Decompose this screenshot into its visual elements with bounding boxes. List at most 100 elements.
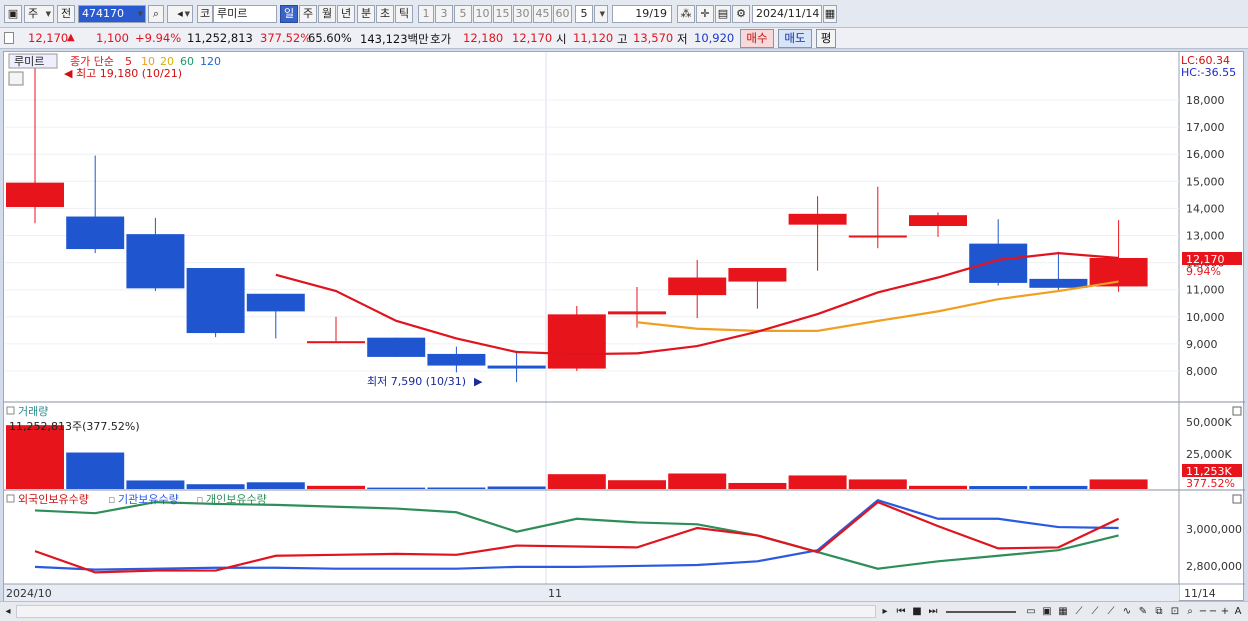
price-y-ticks: 18,00017,00016,00015,00014,00013,00012,0… xyxy=(1186,94,1225,378)
pencil-tool-icon[interactable]: ✎ xyxy=(1136,604,1150,619)
search-icon[interactable]: ⌕ xyxy=(148,5,164,23)
x-label-end: 11/14 xyxy=(1184,587,1216,600)
interval-dropdown-icon[interactable] xyxy=(594,5,608,23)
eval-button[interactable]: 평 xyxy=(816,29,836,48)
zoom-in-icon[interactable]: + xyxy=(1220,604,1230,619)
period-select-label: 주 xyxy=(28,7,39,20)
holding-tick-2800000: 2,800,000 xyxy=(1186,560,1242,573)
candle-body xyxy=(186,268,245,334)
candle-body xyxy=(608,311,666,315)
low-arrow-icon: ▶ xyxy=(474,375,483,388)
quote-toggle-icon[interactable] xyxy=(4,32,14,44)
gear-icon[interactable]: ⚙ xyxy=(732,5,750,23)
stock-code-input[interactable]: 474170 xyxy=(78,5,146,23)
copy-tool-icon[interactable]: ⧉ xyxy=(1152,604,1166,619)
wave-tool-icon[interactable]: ∿ xyxy=(1120,604,1134,619)
link-icon[interactable]: ⁂ xyxy=(677,5,695,23)
market-button[interactable]: 코 xyxy=(197,5,213,23)
x-axis-bar xyxy=(4,584,1179,602)
volume-bar xyxy=(307,485,365,489)
ask-label: 호가 xyxy=(430,32,452,46)
buy-button[interactable]: 매수 xyxy=(740,29,774,48)
interval-10[interactable]: 10 xyxy=(473,5,492,23)
zoom-slider[interactable] xyxy=(946,611,1016,613)
current-pct-tag: 9.94% xyxy=(1186,265,1221,278)
period-select[interactable]: 주 xyxy=(24,5,54,23)
candle-body xyxy=(848,235,907,238)
speaker-icon[interactable]: ◂ xyxy=(167,5,193,23)
interval-15[interactable]: 15 xyxy=(493,5,512,23)
layout-icon-3[interactable]: ▦ xyxy=(1056,604,1070,619)
interval-1[interactable]: 1 xyxy=(418,5,434,23)
trend-tool-icon-2[interactable]: ⟋ xyxy=(1088,604,1102,619)
scroll-left-icon[interactable]: ◂ xyxy=(2,604,14,619)
interval-45[interactable]: 45 xyxy=(533,5,552,23)
layout-icon-1[interactable]: ▭ xyxy=(1024,604,1038,619)
high-value: 13,570 xyxy=(633,31,674,45)
candle-body xyxy=(6,182,64,208)
tab-month[interactable]: 월 xyxy=(318,5,336,23)
up-arrow-icon: ▲ xyxy=(67,32,75,43)
tab-week[interactable]: 주 xyxy=(299,5,317,23)
calculator-icon[interactable] xyxy=(8,71,24,86)
holding-close-icon[interactable] xyxy=(1232,494,1242,504)
scroll-track[interactable] xyxy=(16,605,876,618)
scroll-right-icon[interactable]: ▸ xyxy=(878,604,892,619)
trend-tool-icon-1[interactable]: ⟋ xyxy=(1072,604,1086,619)
interval-value[interactable]: 5 xyxy=(575,5,593,23)
stock-name-field[interactable]: 루미르 xyxy=(213,5,277,23)
window-menu-icon[interactable]: ▣ xyxy=(4,5,22,23)
candle-body xyxy=(427,353,486,366)
fast-forward-icon[interactable]: ⏭ xyxy=(926,604,940,619)
auto-scale-icon[interactable]: A xyxy=(1232,604,1244,619)
layout-icon-2[interactable]: ▣ xyxy=(1040,604,1054,619)
sell-button[interactable]: 매도 xyxy=(778,29,812,48)
date-field[interactable]: 2024/11/14 xyxy=(752,5,822,23)
tab-minute[interactable]: 분 xyxy=(357,5,375,23)
prev-button[interactable]: 전 xyxy=(57,5,75,23)
volume-bar xyxy=(186,484,245,489)
candle-body xyxy=(547,314,606,369)
tab-day[interactable]: 일 xyxy=(280,5,298,23)
interval-3[interactable]: 3 xyxy=(435,5,453,23)
save-icon[interactable]: ▤ xyxy=(715,5,731,23)
volume-close-icon[interactable] xyxy=(1232,406,1242,416)
candle-body xyxy=(728,268,787,282)
chart-svg: 18,00017,00016,00015,00014,00013,00012,0… xyxy=(4,52,1245,602)
hc-value: HC:-36.55 xyxy=(1181,66,1236,79)
fit-tool-icon[interactable]: ⊡ xyxy=(1168,604,1182,619)
volume-annotation: 11,252,813주(377.52%) xyxy=(9,420,140,433)
interval-5[interactable]: 5 xyxy=(454,5,472,23)
zoom-icon[interactable]: ⌕ xyxy=(1184,604,1196,619)
price-tick-label: 11,000 xyxy=(1186,284,1225,297)
trend-tool-icon-3[interactable]: ⟋ xyxy=(1104,604,1118,619)
volume-panel-icon[interactable] xyxy=(6,406,15,415)
legend-ma60: 60 xyxy=(180,55,194,68)
chart-area[interactable]: 18,00017,00016,00015,00014,00013,00012,0… xyxy=(3,51,1245,602)
count-field[interactable]: 19/19 xyxy=(612,5,672,23)
volume-bar xyxy=(728,482,787,489)
tab-tick[interactable]: 틱 xyxy=(395,5,413,23)
volume-tick-25000k: 25,000K xyxy=(1186,448,1232,461)
calendar-icon[interactable]: ▦ xyxy=(823,5,837,23)
rewind-icon[interactable]: ⏮ xyxy=(894,604,908,619)
crosshair-icon[interactable]: ✛ xyxy=(696,5,714,23)
tab-second[interactable]: 초 xyxy=(376,5,394,23)
stop-icon[interactable]: ■ xyxy=(910,604,924,619)
interval-60[interactable]: 60 xyxy=(553,5,572,23)
volume-tick-50000k: 50,000K xyxy=(1186,416,1232,429)
tab-year[interactable]: 년 xyxy=(337,5,355,23)
divider-icon: − xyxy=(1208,606,1218,617)
candle-body xyxy=(487,365,546,369)
interval-30[interactable]: 30 xyxy=(513,5,532,23)
volume-bar xyxy=(1089,479,1148,489)
volume-current-pct: 377.52% xyxy=(1186,477,1235,490)
volume-bar xyxy=(367,487,426,489)
x-label-start: 2024/10 xyxy=(6,587,52,600)
holding-tick-3000000: 3,000,000 xyxy=(1186,523,1242,536)
volume-bar xyxy=(487,486,546,489)
price-tick-label: 16,000 xyxy=(1186,148,1225,161)
zoom-out-icon[interactable]: − xyxy=(1198,604,1208,619)
volume-bar xyxy=(126,480,185,489)
holding-panel-icon[interactable] xyxy=(6,494,15,503)
